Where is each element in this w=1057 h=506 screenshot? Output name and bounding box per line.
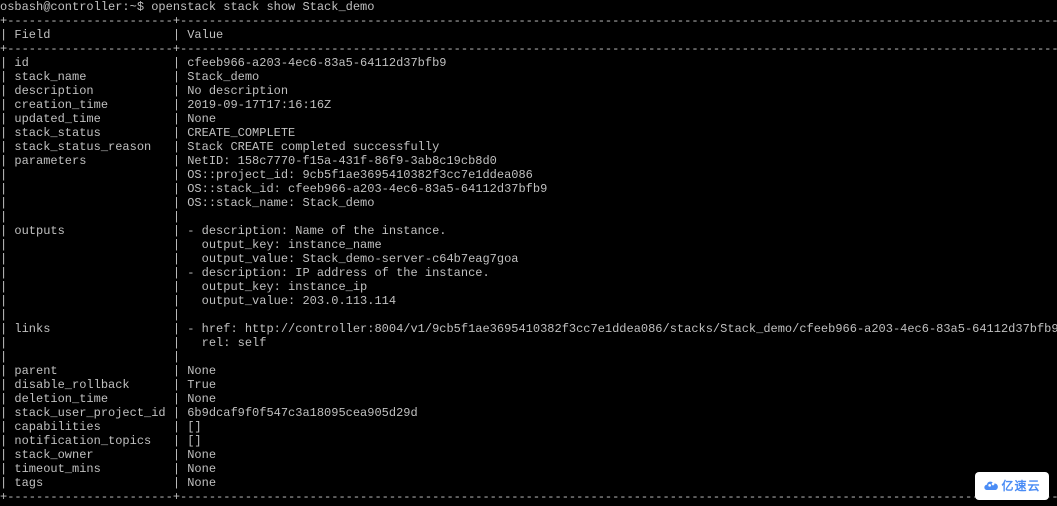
watermark-text: 亿速云 xyxy=(1001,479,1040,493)
cloud-icon xyxy=(983,478,999,494)
terminal-output: osbash@controller:~$ openstack stack sho… xyxy=(0,0,1057,504)
watermark-logo: 亿速云 xyxy=(975,472,1049,500)
